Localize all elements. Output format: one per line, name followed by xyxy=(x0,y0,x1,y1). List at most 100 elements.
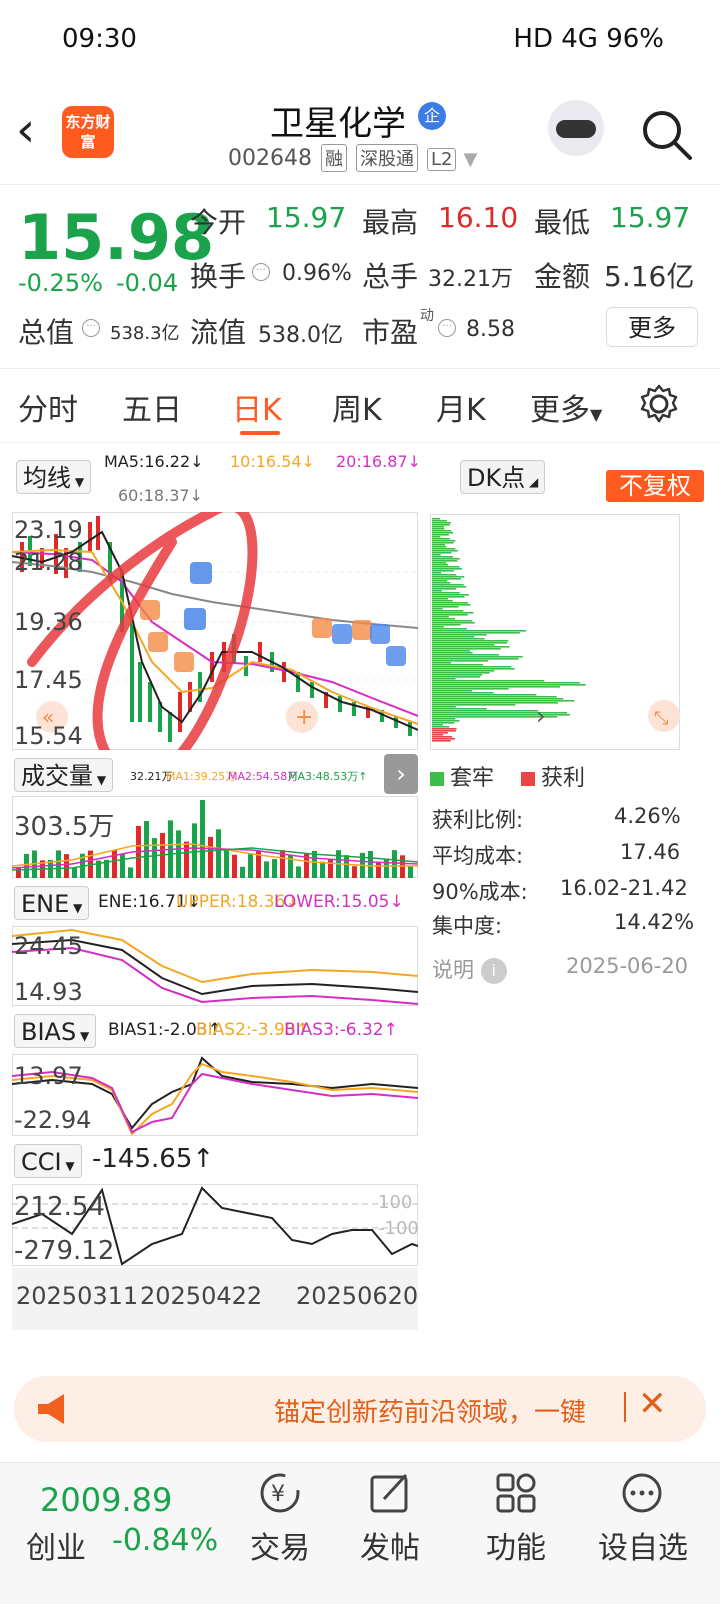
volume-bar xyxy=(272,858,277,878)
back-icon[interactable]: ‹ xyxy=(16,104,56,156)
post-label: 发帖 xyxy=(360,1531,420,1566)
chip-bar xyxy=(432,690,472,692)
ene-indicator-selector[interactable]: ENE ▼ xyxy=(14,886,90,920)
trade-button[interactable]: ¥ 交易 xyxy=(230,1471,330,1591)
search-icon[interactable] xyxy=(640,108,694,162)
volume-bar xyxy=(192,823,197,878)
chip-bar xyxy=(432,588,457,590)
chip-bar xyxy=(432,604,471,606)
chip-bar xyxy=(432,652,473,654)
tab-intraday[interactable]: 分时 xyxy=(18,385,78,429)
caret-down-icon: ▼ xyxy=(61,1159,75,1173)
close-icon[interactable]: ✕ xyxy=(638,1384,667,1424)
adjust-mode-button[interactable]: 不复权 xyxy=(606,470,704,502)
dk-point-toggle[interactable]: DK点 ◢ xyxy=(460,460,546,494)
stock-code-line[interactable]: 002648 融 深股通 L2 ▼ xyxy=(228,144,477,172)
ene-selector-label: ENE xyxy=(21,890,70,918)
price-tick: 23.19 xyxy=(14,516,83,544)
chip-bar xyxy=(432,634,487,636)
cci-value: -145.65↑ xyxy=(92,1144,215,1174)
ma-selector[interactable]: 均线 ▼ xyxy=(16,460,92,494)
chip-bar xyxy=(432,586,467,588)
panel-expand-chevron-icon[interactable]: › xyxy=(384,754,418,794)
gear-icon[interactable] xyxy=(638,383,680,425)
chip-bar xyxy=(432,682,580,684)
trade-label: 交易 xyxy=(250,1531,310,1566)
chip-bar xyxy=(432,606,459,608)
more-button[interactable]: 更多 xyxy=(606,307,698,347)
profit-swatch xyxy=(521,772,536,786)
chip-bar xyxy=(432,578,461,580)
pe-label: 市盈 xyxy=(362,316,419,349)
ma60-value: 60:18.37↓ xyxy=(118,486,203,505)
chip-bar xyxy=(432,734,444,736)
volume-bar xyxy=(240,866,245,878)
more-dots-icon xyxy=(622,1473,662,1513)
mktcap-label: 总值 xyxy=(18,316,75,349)
chip-bar xyxy=(432,608,443,610)
bias-indicator-selector[interactable]: BIAS ▼ xyxy=(14,1014,97,1048)
chip-bar xyxy=(432,568,462,570)
price-tick: 15.54 xyxy=(14,722,83,750)
dk-point-label: DK点 xyxy=(467,464,526,492)
high-value: 16.10 xyxy=(438,201,519,234)
promo-banner[interactable]: 锚定创新药前沿领域，一键 ✕ xyxy=(14,1376,706,1442)
volume-bar xyxy=(120,854,125,878)
info-icon[interactable]: ··· xyxy=(82,317,100,337)
chip-bar xyxy=(432,708,487,710)
volume-label: 总手 xyxy=(362,260,419,293)
info-icon[interactable]: ··· xyxy=(252,261,270,281)
ene-tick: 24.45 xyxy=(14,932,83,960)
volume-indicator-selector[interactable]: 成交量 ▼ xyxy=(14,758,114,792)
volume-bar xyxy=(24,853,29,878)
chip-bar xyxy=(432,602,468,604)
chip-bar xyxy=(432,570,454,572)
tab-daily-k[interactable]: 日K xyxy=(232,385,282,429)
chip-bar xyxy=(432,560,458,562)
chip-bar xyxy=(432,732,448,734)
tag-connect: 深股通 xyxy=(355,144,418,172)
chip-legend: 套牢 获利 xyxy=(430,760,585,792)
volume-bar xyxy=(200,800,205,878)
stock-name: 卫星化学 xyxy=(270,104,406,144)
bias-tick: 13.97 xyxy=(14,1062,83,1090)
change-percent: -0.25% xyxy=(18,269,103,297)
watchlist-button[interactable]: 设自选 xyxy=(592,1471,692,1591)
ene-tick: 14.93 xyxy=(14,978,83,1006)
watchlist-label: 设自选 xyxy=(598,1531,688,1566)
functions-button[interactable]: 功能 xyxy=(466,1471,566,1591)
tab-five-day[interactable]: 五日 xyxy=(122,385,182,429)
post-button[interactable]: 发帖 xyxy=(340,1471,440,1591)
index-value[interactable]: 2009.89 xyxy=(40,1481,172,1519)
tab-monthly-k[interactable]: 月K xyxy=(436,385,486,429)
chip-bar xyxy=(432,640,509,642)
chip-note[interactable]: 说明 i xyxy=(432,954,507,984)
volume-bar xyxy=(232,854,237,878)
chip-bar xyxy=(432,688,509,690)
chip-bar xyxy=(432,628,467,630)
profit-label: 获利 xyxy=(541,766,586,791)
tab-weekly-k[interactable]: 周K xyxy=(332,385,382,429)
chip-bar xyxy=(432,630,527,632)
date-label-mid: 20250422 xyxy=(140,1282,263,1310)
cci-tick: 212.54 xyxy=(14,1192,105,1222)
svg-text:+: + xyxy=(295,705,313,730)
volume-bar xyxy=(264,861,269,878)
caret-down-icon: ▼ xyxy=(69,901,83,915)
chevron-right-icon: › xyxy=(536,702,546,730)
chip-bar xyxy=(432,546,447,548)
chip-bar xyxy=(432,612,474,614)
enterprise-badge: 企 xyxy=(418,102,446,130)
cci-indicator-selector[interactable]: CCI ▼ xyxy=(14,1144,82,1178)
chip-bar xyxy=(432,536,441,538)
info-icon[interactable]: ··· xyxy=(438,317,456,337)
chip-bar xyxy=(432,678,456,680)
chip-bar xyxy=(432,622,475,624)
trapped-swatch xyxy=(430,772,444,786)
chip-bar xyxy=(432,558,460,560)
stock-header: ‹ 东方财富 卫星化学 企 002648 融 深股通 L2 ▼ xyxy=(0,82,720,182)
tab-more[interactable]: 更多▼ xyxy=(530,385,602,429)
chip-bar xyxy=(432,530,452,532)
chip-distribution-chart[interactable]: ⤡ › xyxy=(430,514,680,750)
chip-bar xyxy=(432,692,494,694)
